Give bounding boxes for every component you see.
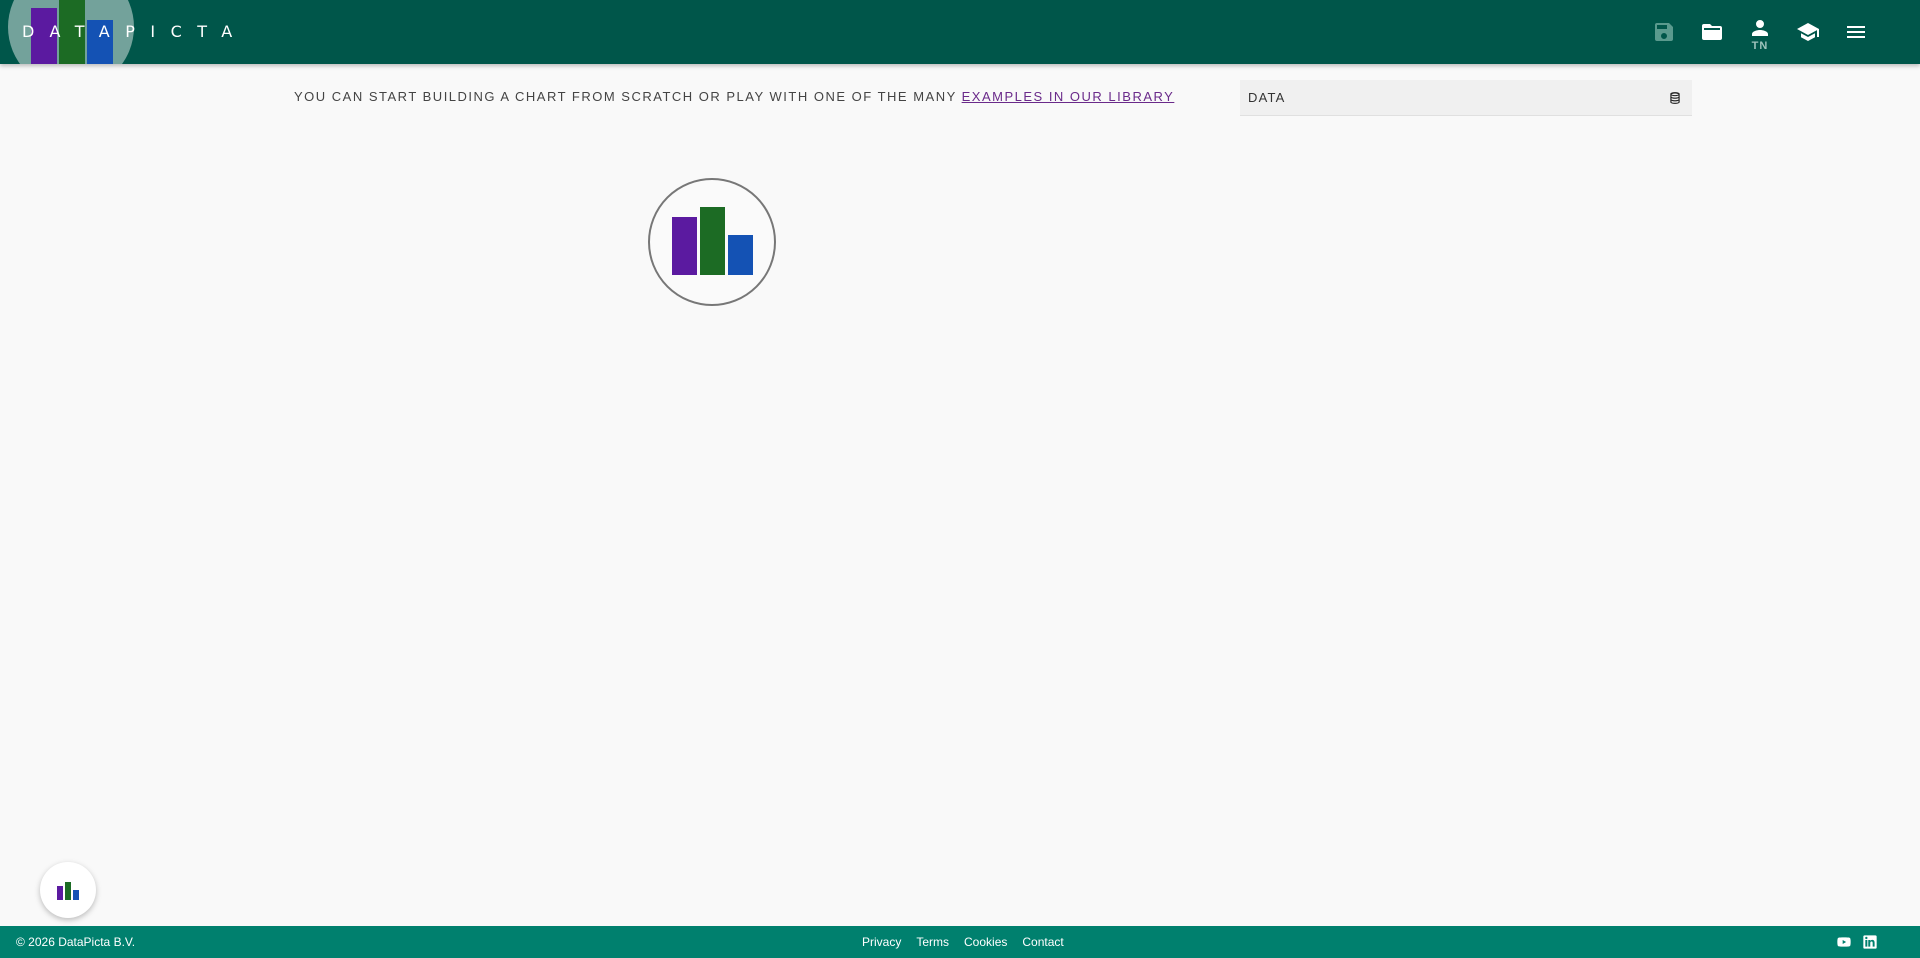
open-button[interactable] [1688, 0, 1736, 64]
fab-bar-purple [57, 886, 63, 900]
placeholder-bar-purple [672, 217, 697, 275]
intro-message: YOU CAN START BUILDING A CHART FROM SCRA… [294, 89, 1174, 104]
youtube-icon[interactable] [1836, 934, 1852, 950]
linkedin-icon[interactable] [1862, 934, 1878, 950]
save-icon [1655, 23, 1673, 41]
footer-links: Privacy Terms Cookies Contact [862, 935, 1064, 949]
placeholder-bar-green [700, 207, 725, 275]
library-link[interactable]: EXAMPLES IN OUR LIBRARY [962, 89, 1175, 104]
fab-bar-green [65, 882, 71, 900]
learn-button[interactable] [1784, 0, 1832, 64]
footer: © 2026 DataPicta B.V. Privacy Terms Cook… [0, 926, 1920, 958]
data-panel-header[interactable]: DATA [1240, 80, 1692, 116]
folder-open-icon [1702, 24, 1722, 40]
brand-name[interactable]: DATAPICTA [22, 22, 248, 41]
social-links [1836, 934, 1878, 950]
footer-link-contact[interactable]: Contact [1022, 935, 1063, 949]
footer-link-terms[interactable]: Terms [916, 935, 949, 949]
fab-bar-blue [73, 890, 79, 900]
chart-fab-button[interactable] [40, 862, 96, 918]
placeholder-bar-blue [728, 235, 753, 275]
footer-link-cookies[interactable]: Cookies [964, 935, 1007, 949]
copyright-text: © 2026 DataPicta B.V. [16, 935, 136, 949]
user-initials: TN [1751, 40, 1769, 52]
footer-link-privacy[interactable]: Privacy [862, 935, 901, 949]
top-app-bar: DATAPICTA TN [0, 0, 1920, 64]
intro-text: YOU CAN START BUILDING A CHART FROM SCRA… [294, 89, 962, 104]
user-icon [1752, 20, 1768, 36]
menu-icon [1847, 26, 1865, 38]
data-panel-label: DATA [1248, 90, 1286, 105]
account-button[interactable]: TN [1736, 0, 1784, 64]
graduation-cap-icon [1797, 23, 1819, 41]
header-actions: TN [1640, 0, 1880, 64]
empty-chart-placeholder-icon [648, 178, 776, 306]
database-icon [1670, 91, 1680, 104]
save-button[interactable] [1640, 0, 1688, 64]
menu-button[interactable] [1832, 0, 1880, 64]
